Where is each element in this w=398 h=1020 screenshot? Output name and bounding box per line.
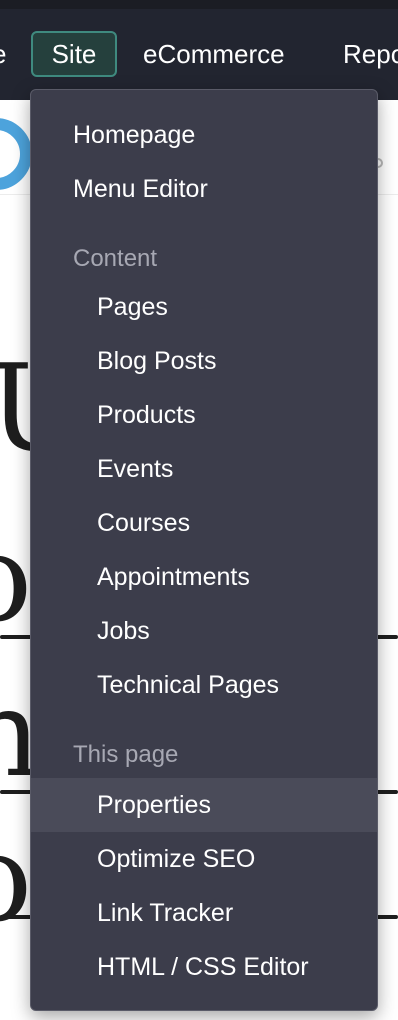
- menu-item-products[interactable]: Products: [31, 388, 377, 442]
- menu-item-blog-posts[interactable]: Blog Posts: [31, 334, 377, 388]
- nav-item-reports[interactable]: Repo: [343, 31, 398, 77]
- nav-item-ecommerce[interactable]: eCommerce: [143, 31, 285, 77]
- top-navigation-bar: e Site eCommerce Repo: [0, 0, 398, 100]
- menu-item-html-css-editor[interactable]: HTML / CSS Editor: [31, 940, 377, 994]
- menu-item-link-tracker[interactable]: Link Tracker: [31, 886, 377, 940]
- site-dropdown-menu: Homepage Menu Editor Content Pages Blog …: [30, 89, 378, 1011]
- menu-item-pages[interactable]: Pages: [31, 280, 377, 334]
- menu-item-events[interactable]: Events: [31, 442, 377, 496]
- menu-item-menu-editor[interactable]: Menu Editor: [31, 162, 377, 216]
- menu-item-courses[interactable]: Courses: [31, 496, 377, 550]
- nav-item-previous[interactable]: e: [0, 31, 6, 77]
- menu-item-technical-pages[interactable]: Technical Pages: [31, 658, 377, 712]
- site-logo: [0, 118, 32, 190]
- nav-item-site[interactable]: Site: [31, 31, 117, 77]
- menu-item-properties[interactable]: Properties: [31, 778, 377, 832]
- menu-item-jobs[interactable]: Jobs: [31, 604, 377, 658]
- menu-item-homepage[interactable]: Homepage: [31, 108, 377, 162]
- menu-item-appointments[interactable]: Appointments: [31, 550, 377, 604]
- menu-section-content: Content: [73, 245, 158, 272]
- menu-section-this-page: This page: [73, 741, 179, 768]
- menu-item-optimize-seo[interactable]: Optimize SEO: [31, 832, 377, 886]
